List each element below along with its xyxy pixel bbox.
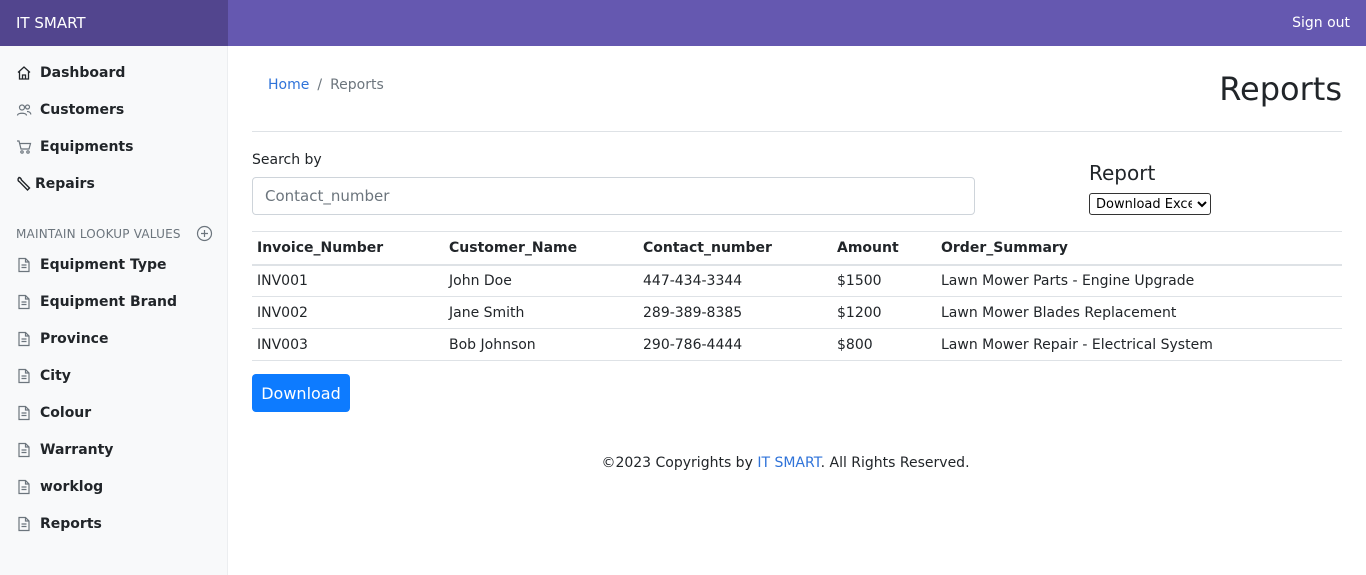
search-input[interactable] bbox=[252, 177, 975, 215]
column-header: Invoice_Number bbox=[252, 231, 444, 266]
sidebar-item-label: City bbox=[40, 368, 71, 384]
sidebar-item-city[interactable]: City bbox=[16, 365, 71, 387]
footer-brand-link[interactable]: IT SMART bbox=[757, 455, 820, 471]
column-header: Order_Summary bbox=[936, 231, 1342, 266]
footer-suffix: . All Rights Reserved. bbox=[820, 455, 970, 471]
sidebar-item-label: Province bbox=[40, 331, 109, 347]
cart-icon bbox=[16, 139, 32, 155]
table-cell: Lawn Mower Repair - Electrical System bbox=[936, 328, 1342, 361]
reports-table: Invoice_Number Customer_Name Contact_num… bbox=[252, 231, 1342, 361]
file-icon bbox=[16, 479, 32, 495]
column-header: Customer_Name bbox=[444, 231, 638, 266]
report-label: Report bbox=[1089, 161, 1156, 185]
download-button[interactable]: Download bbox=[252, 374, 350, 412]
table-cell: Lawn Mower Blades Replacement bbox=[936, 296, 1342, 329]
sidebar-item-warranty[interactable]: Warranty bbox=[16, 439, 113, 461]
report-select[interactable]: Download Excel bbox=[1089, 193, 1211, 215]
table-cell: John Doe bbox=[444, 264, 638, 297]
sidebar-item-customers[interactable]: Customers bbox=[16, 99, 124, 121]
table-cell: 290-786-4444 bbox=[638, 328, 832, 361]
breadcrumb-separator: / bbox=[317, 77, 323, 93]
table-cell: 447-434-3344 bbox=[638, 264, 832, 297]
table-cell: INV003 bbox=[252, 328, 444, 361]
breadcrumb: Home / Reports bbox=[268, 77, 384, 93]
column-header: Amount bbox=[832, 231, 936, 266]
table-cell: Lawn Mower Parts - Engine Upgrade bbox=[936, 264, 1342, 297]
sidebar-item-equipments[interactable]: Equipments bbox=[16, 136, 133, 158]
file-icon bbox=[16, 405, 32, 421]
add-circle-icon[interactable] bbox=[196, 225, 213, 242]
top-navbar: IT SMART Sign out bbox=[0, 0, 1366, 46]
footer: ©2023 Copyrights by IT SMART. All Rights… bbox=[229, 455, 1319, 471]
sidebar-item-label: Equipment Brand bbox=[40, 294, 177, 310]
table-cell: $1500 bbox=[832, 264, 936, 297]
lookup-section-heading: MAINTAIN LOOKUP VALUES bbox=[16, 227, 181, 241]
sidebar-item-label: Reports bbox=[40, 516, 102, 532]
table-cell: $1200 bbox=[832, 296, 936, 329]
sidebar-item-repairs[interactable]: Repairs bbox=[16, 173, 95, 195]
sidebar-item-label: Equipment Type bbox=[40, 257, 167, 273]
breadcrumb-home-link[interactable]: Home bbox=[268, 77, 309, 93]
file-icon bbox=[16, 442, 32, 458]
sidebar-item-worklog[interactable]: worklog bbox=[16, 476, 103, 498]
page-title: Reports bbox=[1219, 70, 1342, 108]
sidebar-item-label: Dashboard bbox=[40, 65, 126, 81]
sidebar-item-label: Customers bbox=[40, 102, 125, 118]
sidebar-item-equipment-brand[interactable]: Equipment Brand bbox=[16, 291, 177, 313]
table-cell: $800 bbox=[832, 328, 936, 361]
file-icon bbox=[16, 331, 32, 347]
sidebar-item-equipment-type[interactable]: Equipment Type bbox=[16, 254, 167, 276]
sidebar-item-colour[interactable]: Colour bbox=[16, 402, 91, 424]
sidebar-item-label: worklog bbox=[40, 479, 104, 495]
main-content: Home / Reports Reports Search by Report Do… bbox=[229, 46, 1366, 575]
sidebar-item-reports[interactable]: Reports bbox=[16, 513, 102, 535]
table-cell: INV002 bbox=[252, 296, 444, 329]
column-header: Contact_number bbox=[638, 231, 832, 266]
table-cell: 289-389-8385 bbox=[638, 296, 832, 329]
file-icon bbox=[16, 257, 32, 273]
sidebar-item-label: Warranty bbox=[40, 442, 114, 458]
sidebar-item-province[interactable]: Province bbox=[16, 328, 108, 350]
file-icon bbox=[16, 368, 32, 384]
sidebar-item-label: Colour bbox=[40, 405, 92, 421]
footer-prefix: ©2023 Copyrights by bbox=[601, 455, 758, 471]
divider bbox=[252, 131, 1342, 132]
sidebar-item-label: Equipments bbox=[40, 139, 134, 155]
search-label: Search by bbox=[252, 152, 322, 168]
sidebar-item-label: Repairs bbox=[35, 176, 95, 192]
breadcrumb-current: Reports bbox=[330, 77, 384, 93]
brand-logo[interactable]: IT SMART bbox=[0, 0, 228, 46]
sidebar-item-dashboard[interactable]: Dashboard bbox=[16, 62, 125, 84]
home-icon bbox=[16, 65, 32, 81]
file-icon bbox=[16, 294, 32, 310]
sidebar: Dashboard Customers Equipments Repairs M… bbox=[0, 46, 228, 575]
users-icon bbox=[16, 102, 32, 118]
wrench-icon bbox=[16, 176, 32, 192]
table-row: INV001 John Doe 447-434-3344 $1500 Lawn … bbox=[252, 264, 1342, 297]
table-header-row: Invoice_Number Customer_Name Contact_num… bbox=[252, 231, 1342, 266]
table-row: INV003 Bob Johnson 290-786-4444 $800 Law… bbox=[252, 328, 1342, 361]
table-cell: INV001 bbox=[252, 264, 444, 297]
table-cell: Bob Johnson bbox=[444, 328, 638, 361]
table-cell: Jane Smith bbox=[444, 296, 638, 329]
file-icon bbox=[16, 516, 32, 532]
table-row: INV002 Jane Smith 289-389-8385 $1200 Law… bbox=[252, 296, 1342, 329]
sign-out-link[interactable]: Sign out bbox=[1292, 0, 1350, 46]
